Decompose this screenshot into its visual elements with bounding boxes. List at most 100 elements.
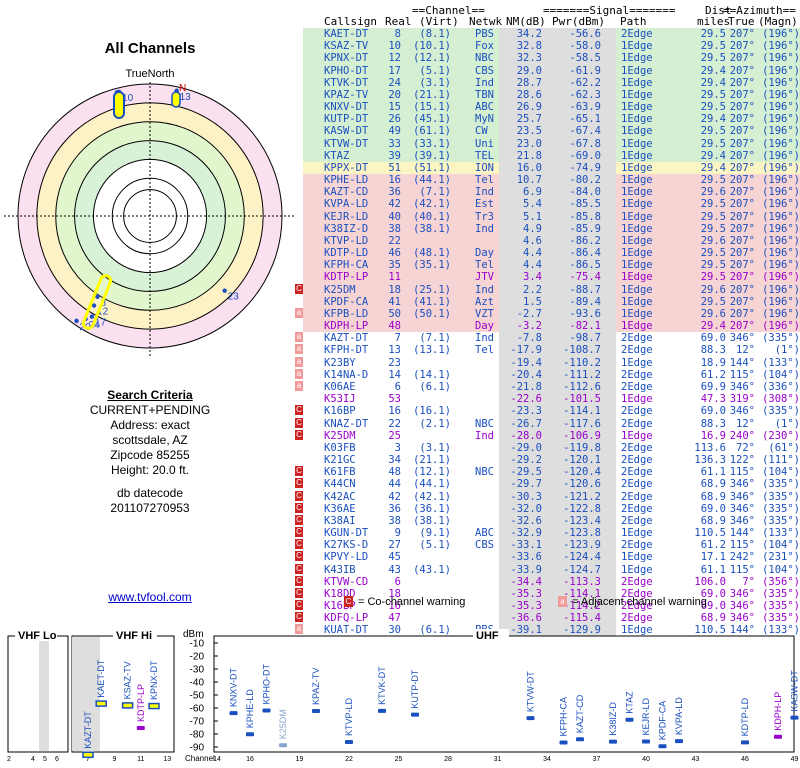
cell-real: 40 <box>388 210 401 223</box>
table-row: KDTP-LD 46 (48.1) Day 4.4 -86.4 1Edge 29.5 207° (… <box>303 247 800 260</box>
cell-nm: -33.9 <box>510 563 542 576</box>
cell-pwr: -117.6 <box>563 417 601 430</box>
cell-tru: 242° <box>729 551 755 564</box>
cell-net: ION <box>475 161 494 174</box>
cell-pwr: -82.1 <box>569 320 601 333</box>
cell-nm: -3.2 <box>516 320 542 333</box>
cell-cs: K36AE <box>324 502 356 515</box>
co-channel-warning-icon: C <box>295 600 303 611</box>
criteria-line: Address: exact <box>110 418 190 432</box>
cell-virt: (2.1) <box>419 417 451 430</box>
cell-real: 48 <box>388 466 401 479</box>
cell-mag: (196°) <box>762 113 800 126</box>
cell-cs: KPPX-DT <box>324 161 369 174</box>
table-row: KTVK-DT 24 (3.1) Ind 28.7 -62.2 1Edge 29.4 207° (… <box>303 76 800 89</box>
cell-tru: 207° <box>729 186 755 199</box>
signal-bar <box>741 740 749 745</box>
cell-net: TBN <box>475 88 494 101</box>
cell-virt: (40.1) <box>413 210 451 223</box>
cell-tru: 346° <box>729 405 755 418</box>
signal-bar <box>95 700 107 707</box>
cell-dist: 18.9 <box>700 356 726 369</box>
cell-nm: 32.3 <box>516 52 542 65</box>
cell-net: Azt <box>475 295 494 308</box>
table-row: KASW-DT 49 (61.1) CW 23.5 -67.4 1Edge 29.5 207° (… <box>303 125 800 138</box>
x-tick-label: 9 <box>112 756 116 763</box>
adjacent-channel-warning-icon: a <box>295 368 303 379</box>
cell-real: 53 <box>388 393 401 406</box>
signal-bar-label: K38IZ-D <box>608 702 618 736</box>
cell-pwr: -106.9 <box>563 429 601 442</box>
cell-pwr: -123.4 <box>563 514 601 527</box>
table-row: K38IZ-D 38 (38.1) Ind 4.9 -85.9 1Edge 29.5 207° (… <box>303 222 800 235</box>
signal-bar <box>345 740 353 745</box>
cell-mag: (335°) <box>762 600 800 613</box>
criteria-line: Zipcode 85255 <box>110 448 190 462</box>
y-tick-label: -90 <box>190 743 205 754</box>
cell-mag: (196°) <box>762 247 800 260</box>
signal-bar <box>378 708 386 713</box>
cell-net: PBS <box>475 28 494 40</box>
cell-nm: 23.5 <box>516 125 542 138</box>
cell-real: 6 <box>394 380 401 393</box>
cell-cs: K14NA-D <box>324 368 369 381</box>
cell-mag: (335°) <box>762 514 800 527</box>
cell-nm: -29.7 <box>510 478 542 491</box>
cell-dist: 17.1 <box>700 551 726 564</box>
cell-real: 44 <box>388 478 401 491</box>
signal-bar-label: KUTP-DT <box>410 669 420 708</box>
col-header-callsign: Callsign <box>324 15 377 28</box>
signal-bar <box>229 711 238 716</box>
website-link[interactable]: www.tvfool.com <box>0 590 300 604</box>
cell-cs: K16BP <box>324 405 356 418</box>
table-row: KPPX-DT 51 (51.1) ION 16.0 -74.9 1Edge 29.4 207°… <box>303 161 800 175</box>
cell-real: 27 <box>388 539 401 552</box>
cell-real: 36 <box>388 502 401 515</box>
y-tick-label: -70 <box>190 717 205 728</box>
cell-nm: 4.4 <box>523 259 542 272</box>
signal-bar-label: KVPA-LD <box>674 697 684 735</box>
cell-real: 36 <box>388 186 401 199</box>
cell-real: 50 <box>388 307 401 320</box>
co-channel-glyph: C <box>344 596 353 607</box>
cell-real: 6 <box>394 575 401 588</box>
cell-path: 1Edge <box>621 52 653 65</box>
cell-virt: (15.1) <box>413 101 451 114</box>
cell-path: 2Edge <box>621 490 653 503</box>
cell-cs: K42AC <box>324 490 356 503</box>
cell-nm: -20.4 <box>510 368 542 381</box>
cell-nm: 4.4 <box>523 247 542 260</box>
cell-path: 2Edge <box>621 478 653 491</box>
criteria-line: Height: 20.0 ft. <box>110 463 190 477</box>
signal-bar <box>121 702 134 709</box>
cell-real: 16 <box>388 174 401 187</box>
signal-bar-label: KDPH-LP <box>773 692 783 731</box>
x-tick-label: 2 <box>7 756 11 763</box>
cell-net: CBS <box>475 539 494 552</box>
cell-real: 8 <box>394 28 401 40</box>
cell-pwr: -120.4 <box>563 466 601 479</box>
cell-dist: 29.5 <box>700 210 726 223</box>
cell-net: Ind <box>475 186 494 199</box>
cell-virt: (3.1) <box>419 76 451 89</box>
cell-path: 2Edge <box>621 380 653 393</box>
cell-mag: (104°) <box>762 368 800 381</box>
cell-dist: 29.5 <box>700 271 726 284</box>
cell-path: 1Edge <box>621 295 653 308</box>
signal-bar-label: KEJR-LD <box>641 698 651 736</box>
cell-nm: -19.4 <box>510 356 542 369</box>
cell-tru: 346° <box>729 332 755 345</box>
cell-real: 24 <box>388 76 401 89</box>
cell-mag: (196°) <box>762 174 800 187</box>
signal-bar <box>82 751 94 759</box>
cell-pwr: -67.4 <box>569 125 601 138</box>
cell-dist: 106.0 <box>694 575 726 588</box>
cell-mag: (104°) <box>762 466 800 479</box>
cell-dist: 88.3 <box>700 417 726 430</box>
cell-tru: 207° <box>729 137 755 150</box>
cell-tru: 346° <box>729 514 755 527</box>
cell-cs: KTVW-DT <box>324 137 369 150</box>
signal-bar <box>312 708 320 713</box>
signal-bar <box>136 726 145 731</box>
cell-real: 17 <box>388 64 401 77</box>
